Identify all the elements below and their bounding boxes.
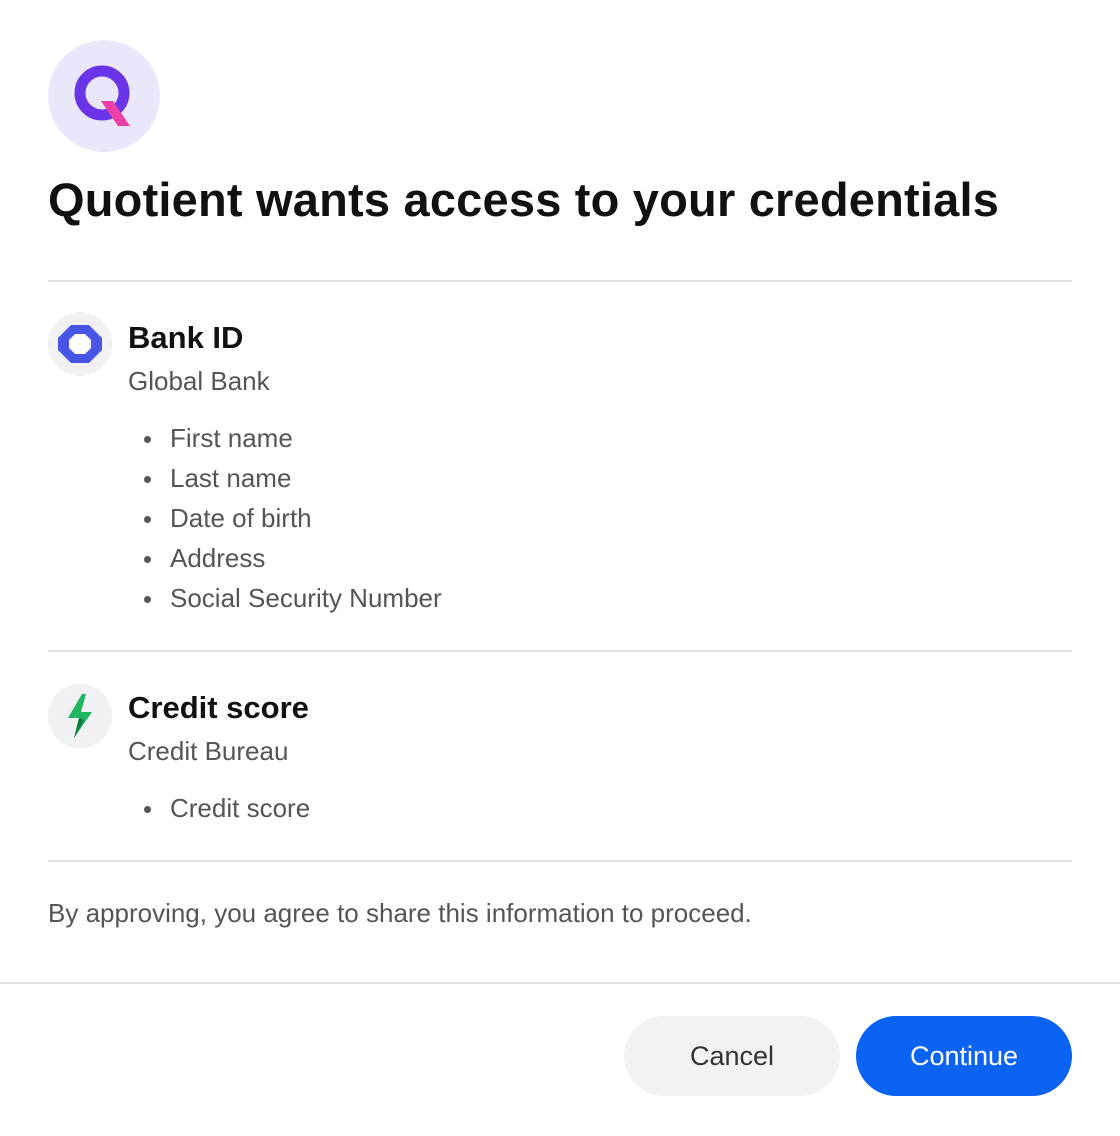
consent-text: By approving, you agree to share this in… bbox=[48, 898, 752, 928]
divider bbox=[48, 280, 1072, 282]
dialog-title: Quotient wants access to your credential… bbox=[48, 173, 1000, 226]
credential-field-list: First name Last name Date of birth Addre… bbox=[142, 418, 442, 618]
credential-issuer: Global Bank bbox=[128, 366, 270, 396]
credential-field: Last name bbox=[142, 458, 442, 498]
credential-issuer: Credit Bureau bbox=[128, 736, 289, 766]
credential-field: Credit score bbox=[142, 788, 310, 828]
footer-divider bbox=[0, 982, 1120, 984]
cancel-button[interactable]: Cancel bbox=[624, 1016, 840, 1096]
credential-title: Bank ID bbox=[128, 320, 244, 355]
credential-field: First name bbox=[142, 418, 442, 458]
credential-field: Social Security Number bbox=[142, 578, 442, 618]
credential-request-dialog: Quotient wants access to your credential… bbox=[0, 0, 1120, 1136]
continue-button[interactable]: Continue bbox=[856, 1016, 1072, 1096]
credit-score-icon bbox=[48, 684, 112, 748]
credential-field: Date of birth bbox=[142, 498, 442, 538]
quotient-logo-icon bbox=[48, 40, 160, 152]
credential-field-list: Credit score bbox=[142, 788, 310, 828]
bank-id-icon bbox=[48, 312, 112, 376]
credential-title: Credit score bbox=[128, 690, 309, 725]
credential-field: Address bbox=[142, 538, 442, 578]
divider bbox=[48, 860, 1072, 862]
divider bbox=[48, 650, 1072, 652]
